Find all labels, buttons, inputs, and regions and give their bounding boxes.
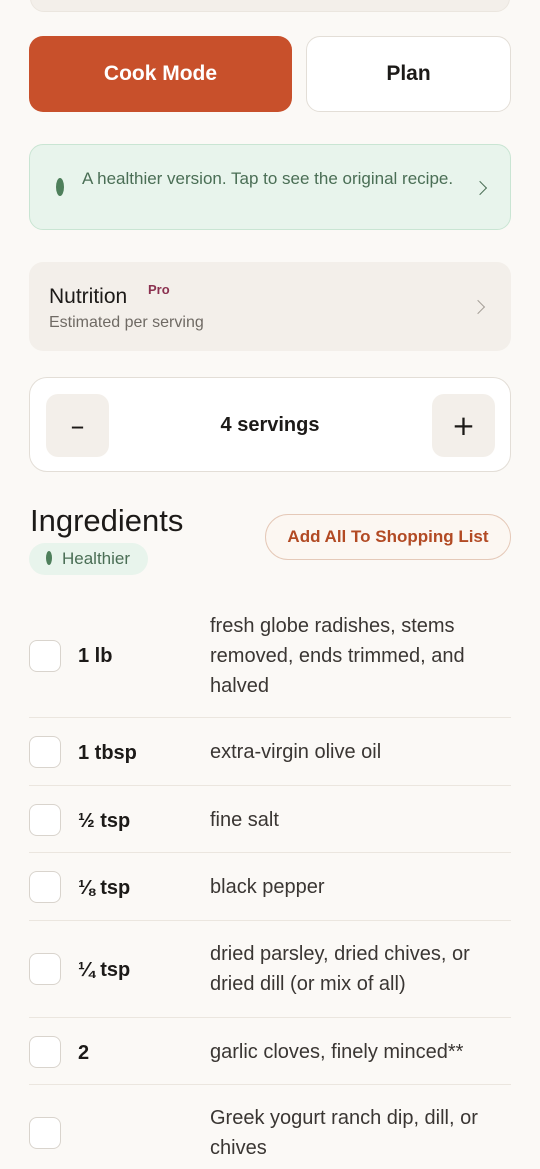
ingredient-row: 1 tbsp extra-virgin olive oil [29,718,511,786]
ingredient-quantity: 1 tbsp [78,742,137,764]
ingredient-row: 1 lb fresh globe radishes, stems removed… [29,598,511,718]
increase-servings-button[interactable]: + [432,394,495,457]
ingredient-quantity: ⅛ tsp [78,877,131,899]
nutrition-subtitle: Estimated per serving [49,314,204,331]
cook-mode-button[interactable]: Cook Mode [29,36,292,112]
chevron-right-icon [470,299,486,315]
ingredient-row: ⅛ tsp black pepper [29,853,511,921]
ingredient-quantity: 1 lb [78,645,113,667]
ingredient-row: ½ tsp fine salt [29,786,511,853]
ingredient-description: black pepper [210,876,325,898]
action-buttons: Cook Mode Plan [29,36,511,112]
chevron-right-icon [472,180,488,196]
healthier-badge: Healthier [29,543,148,575]
ingredient-checkbox[interactable] [29,804,61,836]
ingredient-quantity: ¼ tsp [78,959,131,981]
add-all-to-shopping-list-button[interactable]: Add All To Shopping List [265,514,511,560]
banner-text: A healthier version. Tap to see the orig… [82,169,454,188]
ingredient-checkbox[interactable] [29,871,61,903]
healthier-badge-label: Healthier [62,549,131,568]
ingredient-checkbox[interactable] [29,1036,61,1068]
leaf-icon [56,178,64,196]
healthier-version-banner[interactable]: A healthier version. Tap to see the orig… [29,144,511,230]
ingredient-row: 2 garlic cloves, finely minced** [29,1018,511,1085]
ingredient-description: dried parsley, dried chives, or dried di… [210,943,470,995]
ingredient-description: garlic cloves, finely minced** [210,1041,464,1063]
ingredient-description: extra-virgin olive oil [210,741,382,763]
nutrition-card[interactable]: Nutrition Pro Estimated per serving [29,262,511,351]
servings-stepper: – 4 servings + [29,377,511,472]
ingredient-description: fine salt [210,809,279,831]
ingredient-quantity: ½ tsp [78,810,131,832]
plan-button[interactable]: Plan [306,36,511,112]
ingredient-row: Greek yogurt ranch dip, dill, or chives [29,1085,511,1169]
ingredient-description: Greek yogurt ranch dip, dill, or chives [210,1107,478,1159]
previous-card [30,0,510,12]
ingredient-checkbox[interactable] [29,640,61,672]
ingredient-checkbox[interactable] [29,1117,61,1149]
ingredient-checkbox[interactable] [29,953,61,985]
leaf-icon [46,551,52,565]
pro-badge: Pro [148,282,170,297]
ingredients-heading: Ingredients [30,503,184,538]
nutrition-title: Nutrition [49,285,128,308]
ingredient-quantity: 2 [78,1042,90,1064]
ingredient-checkbox[interactable] [29,736,61,768]
ingredient-row: ¼ tsp dried parsley, dried chives, or dr… [29,921,511,1018]
ingredient-description: fresh globe radishes, stems removed, end… [210,615,465,697]
